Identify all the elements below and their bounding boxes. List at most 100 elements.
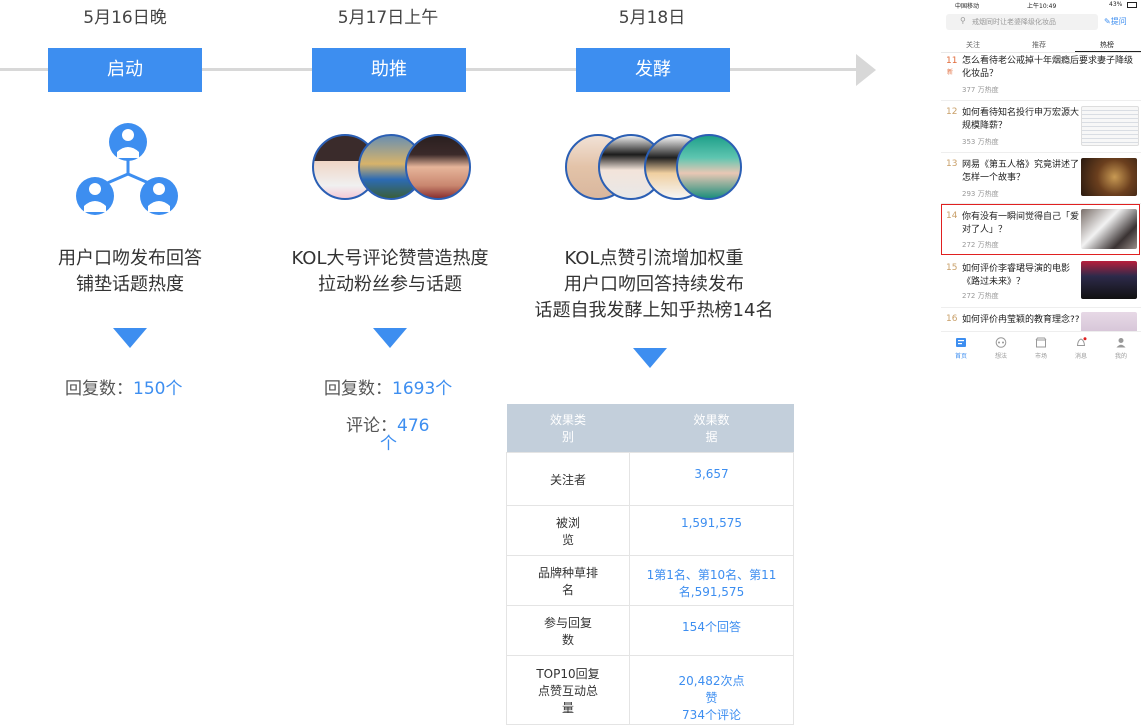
profile-icon[interactable] [1115, 337, 1127, 348]
hot-rank: 11 [946, 56, 958, 66]
reply-count-label: 回复数： [65, 379, 133, 399]
hot-rank: 16 [946, 314, 958, 324]
table-cell-value: 1第1名、第10名、第11名,591,575 [629, 555, 794, 606]
stage1-down-arrow-icon [113, 328, 147, 348]
stage1-date: 5月16日晚 [83, 8, 167, 28]
battery-icon [1127, 2, 1137, 8]
table-row: TOP10回复点赞互动总量 20,482次点赞 734个评论 [506, 655, 794, 725]
stage3-desc-line: KOL点赞引流增加权重 [564, 248, 744, 269]
search-icon: ⚲ [960, 16, 966, 25]
search-placeholder: 戒烟同时让老婆降级化妆品 [972, 18, 1056, 26]
table-cell-category: 品牌种草排名 [506, 555, 630, 606]
bell-icon[interactable] [1075, 337, 1087, 348]
stage3-down-arrow-icon [633, 348, 667, 368]
market-icon[interactable] [1035, 337, 1047, 348]
stage1-desc-line: 铺垫话题热度 [76, 274, 184, 295]
tab-follow[interactable]: 关注 [966, 40, 980, 50]
hot-title: 怎么看待老公戒掉十年烟瘾后要求妻子降级化妆品？ [962, 56, 1134, 79]
hot-title: 如何评价李睿珺导演的电影《路过未来》？ [962, 264, 1071, 287]
hot-rank: 14 [946, 211, 958, 221]
nav-label-me[interactable]: 我的 [1109, 351, 1133, 360]
table-row: 关注者 3,657 [506, 452, 794, 506]
nav-label-ideas[interactable]: 想法 [989, 351, 1013, 360]
item-divider [941, 152, 1141, 153]
table-cell-value: 3,657 [629, 452, 794, 506]
stage2-reply-stat: 回复数：1693个 [324, 374, 452, 399]
stage3-desc-line: 用户口吻回答持续发布 [564, 274, 744, 295]
stage2-desc-line: KOL大号评论赞营造热度 [291, 248, 489, 269]
table-header-row: 效果类别 效果数据 [506, 404, 794, 453]
hot-thumbnail [1081, 312, 1137, 331]
stage1-label: 启动 [48, 48, 202, 92]
user-network-icon [76, 123, 178, 215]
hot-heat: 377 万热度 [962, 86, 999, 94]
ask-button[interactable]: ✎提问 [1104, 16, 1127, 27]
stage2-date: 5月17日上午 [337, 8, 439, 28]
status-bar: 中国移动 上午10:49 43% [941, 0, 1141, 10]
stage3-label: 发酵 [576, 48, 730, 92]
hot-thumbnail [1081, 261, 1137, 299]
stage2-comment-stat: 评论：476 个 [346, 411, 446, 454]
hot-rank: 12 [946, 107, 958, 117]
hot-thumbnail [1081, 106, 1139, 146]
stage3-description: KOL点赞引流增加权重 用户口吻回答持续发布 话题自我发酵上知乎热榜14名 [520, 246, 788, 324]
ask-button-label: 提问 [1110, 17, 1127, 26]
nav-label-home[interactable]: 首页 [949, 351, 973, 360]
hot-rank: 13 [946, 159, 958, 169]
ideas-icon[interactable] [995, 337, 1007, 348]
table-cell-value: 154个回答 [629, 605, 794, 656]
comment-count-value: 476 [397, 416, 430, 436]
table-row: 被浏览 1,591,575 [506, 505, 794, 556]
stage2-down-arrow-icon [373, 328, 407, 348]
search-input[interactable]: ⚲ 戒烟同时让老婆降级化妆品 [946, 14, 1098, 30]
table-header-cell: 效果类别 [506, 404, 630, 453]
hot-list-item-highlighted[interactable]: 14 你有没有一瞬间觉得自己「爱对了人」？ 272 万热度 [941, 208, 1139, 252]
hot-heat: 272 万热度 [962, 241, 999, 249]
clock-label: 上午10:49 [1027, 3, 1057, 10]
nav-label-messages[interactable]: 消息 [1069, 351, 1093, 360]
hot-title: 网易《第五人格》究竟讲述了怎样一个故事？ [962, 160, 1080, 183]
hot-list-item[interactable]: 16 如何评价冉莹颖的教育理念?? [941, 311, 1139, 331]
table-cell-category: TOP10回复点赞互动总量 [506, 655, 630, 725]
hot-thumbnail [1081, 209, 1137, 249]
results-table: 效果类别 效果数据 关注者 3,657 被浏览 1,591,575 品牌种草排名… [506, 404, 794, 725]
table-cell-category: 参与回复数 [506, 605, 630, 656]
hot-title: 如何看待知名投行申万宏源大规模降薪？ [962, 108, 1080, 131]
stage1-desc-line: 用户口吻发布回答 [58, 248, 202, 269]
tab-recommend[interactable]: 推荐 [1032, 40, 1046, 50]
comment-count-unit: 个 [380, 434, 397, 454]
table-cell-category: 被浏览 [506, 505, 630, 556]
hot-heat: 272 万热度 [962, 292, 999, 300]
item-divider [941, 100, 1141, 101]
stage1-description: 用户口吻发布回答 铺垫话题热度 [30, 246, 230, 298]
table-row: 品牌种草排名 1第1名、第10名、第11名,591,575 [506, 555, 794, 606]
zhihu-phone-screenshot: 中国移动 上午10:49 43% ⚲ 戒烟同时让老婆降级化妆品 ✎提问 关注 推… [941, 0, 1141, 363]
hot-thumbnail [1081, 158, 1137, 196]
hot-list-item[interactable]: 11 新 怎么看待老公戒掉十年烟瘾后要求妻子降级化妆品？ 377 万热度 [941, 55, 1139, 99]
hot-heat: 293 万热度 [962, 190, 999, 198]
table-cell-category: 关注者 [506, 452, 630, 506]
kol-avatar [405, 134, 471, 200]
item-divider [941, 307, 1141, 308]
stage2-description: KOL大号评论赞营造热度 拉动粉丝参与话题 [270, 246, 510, 298]
kol-avatar [676, 134, 742, 200]
tab-hot-list[interactable]: 热榜 [1100, 40, 1114, 50]
tab-divider [941, 52, 1141, 53]
hot-title: 你有没有一瞬间觉得自己「爱对了人」？ [962, 212, 1080, 235]
table-cell-value: 1,591,575 [629, 505, 794, 556]
table-header-cell: 效果数据 [629, 404, 794, 453]
home-icon[interactable] [955, 337, 967, 348]
stage3-desc-line: 话题自我发酵上知乎热榜14名 [534, 300, 774, 321]
reply-count-label: 回复数： [324, 379, 392, 399]
hot-list-item[interactable]: 15 如何评价李睿珺导演的电影《路过未来》？ 272 万热度 [941, 260, 1139, 304]
nav-label-market[interactable]: 市场 [1029, 351, 1053, 360]
hot-list-item[interactable]: 12 如何看待知名投行申万宏源大规模降薪？ 353 万热度 [941, 104, 1139, 152]
stage1-reply-stat: 回复数：150个 [65, 374, 182, 399]
hot-title: 如何评价冉莹颖的教育理念?? [962, 315, 1080, 325]
hot-list-item[interactable]: 13 网易《第五人格》究竟讲述了怎样一个故事？ 293 万热度 [941, 156, 1139, 202]
stage2-label: 助推 [312, 48, 466, 92]
table-row: 参与回复数 154个回答 [506, 605, 794, 656]
hot-rank: 15 [946, 263, 958, 273]
timeline-arrow-icon [856, 54, 876, 86]
table-cell-value: 20,482次点赞 734个评论 [629, 655, 794, 725]
